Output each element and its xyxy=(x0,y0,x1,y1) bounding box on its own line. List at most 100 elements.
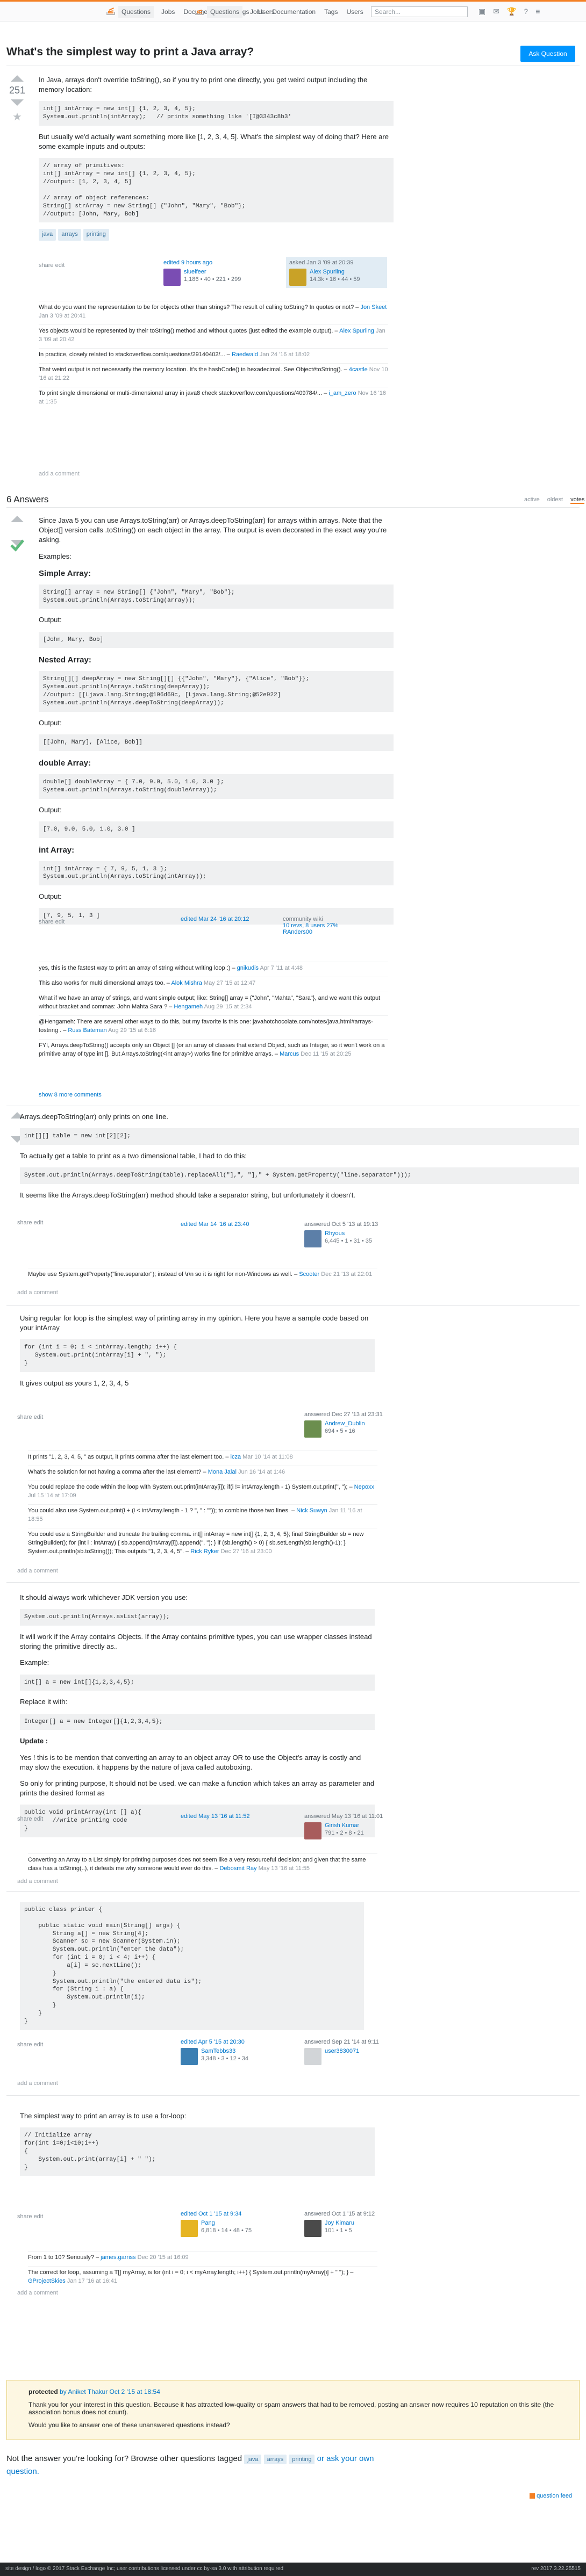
inbox-icon[interactable]: ✉ xyxy=(493,7,499,16)
comment-author[interactable]: james.garriss xyxy=(101,2254,135,2261)
comment-date[interactable]: Apr 7 '11 at 4:48 xyxy=(260,965,303,971)
comment-author[interactable]: Scooter xyxy=(299,1271,319,1278)
editor-name[interactable]: sluelfeer xyxy=(184,269,206,275)
comment-author[interactable]: Alok Mishra xyxy=(171,980,202,986)
question-share-edit[interactable]: share edit xyxy=(39,262,65,269)
answer-6-share-edit[interactable]: share edit xyxy=(17,2213,43,2220)
comment-author[interactable]: Debosmit Ray xyxy=(219,1865,256,1872)
show-more-comments-link[interactable]: show 8 more comments xyxy=(39,1092,102,1098)
answer-2-share-edit[interactable]: share edit xyxy=(17,1220,43,1226)
nav2-questions[interactable]: Questions xyxy=(207,6,243,18)
wiki-revs[interactable]: 10 revs, 8 users 27% xyxy=(283,922,377,929)
user-name[interactable]: Rhyous xyxy=(325,1230,345,1237)
comment-author[interactable]: Alex Spurling xyxy=(339,328,374,334)
nav2-tags[interactable]: Tags xyxy=(323,6,339,18)
edited-time[interactable]: edited 9 hours ago xyxy=(163,259,258,266)
user-name[interactable]: user3830071 xyxy=(325,2048,359,2054)
search-input[interactable]: Search... xyxy=(371,6,468,17)
comment-date[interactable]: Dec 21 '13 at 22:01 xyxy=(321,1271,372,1278)
comment-date[interactable]: Aug 29 '15 at 6:16 xyxy=(108,1027,156,1034)
tag-printing[interactable]: printing xyxy=(289,2455,315,2464)
downvote-icon[interactable] xyxy=(11,99,24,106)
comment-date[interactable]: Aug 29 '15 at 2:34 xyxy=(204,1004,252,1010)
comment-author[interactable]: Nick Suwyn xyxy=(296,1507,327,1514)
comment-date[interactable]: Dec 20 '15 at 16:09 xyxy=(138,2254,189,2261)
avatar[interactable] xyxy=(304,1822,321,1839)
edited-time[interactable]: edited May 13 '16 at 11:52 xyxy=(181,1813,275,1820)
add-comment-link[interactable]: add a comment xyxy=(17,2080,58,2087)
comment-date[interactable]: Jan 17 '16 at 16:41 xyxy=(67,2278,117,2284)
comment-date[interactable]: Jan 3 '09 at 20:41 xyxy=(39,313,85,319)
tag-printing[interactable]: printing xyxy=(83,229,109,241)
log-in-icon[interactable]: ▣ xyxy=(478,7,485,16)
ask-question-button[interactable]: Ask Question xyxy=(520,46,575,62)
avatar[interactable] xyxy=(304,1230,321,1247)
tab-oldest[interactable]: oldest xyxy=(547,496,563,504)
answer-3-share-edit[interactable]: share edit xyxy=(17,1414,43,1420)
edited-time[interactable]: edited Mar 24 '16 at 20:12 xyxy=(181,916,275,922)
user-name[interactable]: Girish Kumar xyxy=(325,1822,359,1829)
nav-jobs[interactable]: Jobs xyxy=(160,6,176,18)
edited-time[interactable]: edited Apr 5 '15 at 20:30 xyxy=(181,2039,275,2045)
comment-author[interactable]: Mona Jalal xyxy=(208,1469,237,1475)
comment-date[interactable]: Jun 16 '14 at 1:46 xyxy=(238,1469,285,1475)
user-name[interactable]: Joy Kimaru xyxy=(325,2220,354,2226)
comment-author[interactable]: 4castle xyxy=(349,366,368,373)
editor-name[interactable]: Pang xyxy=(201,2220,215,2226)
tag-arrays[interactable]: arrays xyxy=(58,229,81,241)
upvote-icon[interactable] xyxy=(11,516,24,522)
avatar[interactable] xyxy=(304,1420,321,1438)
comment-date[interactable]: Dec 27 '16 at 23:00 xyxy=(221,1548,272,1555)
tab-votes[interactable]: votes xyxy=(570,496,585,504)
question-title[interactable]: What's the simplest way to print a Java … xyxy=(6,46,580,59)
avatar[interactable] xyxy=(304,2220,321,2237)
comment-author[interactable]: Raedwald xyxy=(232,351,258,358)
comment-date[interactable]: Jan 24 '16 at 18:02 xyxy=(260,351,310,358)
avatar[interactable] xyxy=(181,2220,198,2237)
answer-1-share-edit[interactable]: share edit xyxy=(39,919,65,925)
comment-author[interactable]: Nepoxx xyxy=(354,1484,374,1490)
wiki-user[interactable]: RAnders00 xyxy=(283,929,377,935)
stackoverflow-logo-icon-secondary[interactable] xyxy=(194,6,205,18)
comment-date[interactable]: May 13 '16 at 11:55 xyxy=(259,1865,310,1872)
comment-author[interactable]: Russ Bateman xyxy=(68,1027,106,1034)
add-comment-link[interactable]: add a comment xyxy=(17,1568,58,1574)
protected-by[interactable]: by Aniket Thakur Oct 2 '15 at 18:54 xyxy=(60,2388,160,2395)
comment-date[interactable]: May 27 '15 at 12:47 xyxy=(204,980,255,986)
upvote-icon[interactable] xyxy=(11,75,24,82)
comment-author[interactable]: Jon Skeet xyxy=(360,304,387,311)
comment-author[interactable]: icza xyxy=(231,1454,241,1460)
avatar[interactable] xyxy=(289,269,306,286)
tag-java[interactable]: java xyxy=(244,2455,262,2464)
owner-name[interactable]: Alex Spurling xyxy=(310,269,345,275)
comment-date[interactable]: Mar 10 '14 at 11:08 xyxy=(242,1454,293,1460)
nav-questions[interactable]: Questions xyxy=(118,6,154,18)
nav2-users[interactable]: Users xyxy=(345,6,364,18)
avatar[interactable] xyxy=(163,269,181,286)
avatar[interactable] xyxy=(181,2048,198,2065)
answer-4-share-edit[interactable]: share edit xyxy=(17,1816,43,1822)
tab-active[interactable]: active xyxy=(524,496,540,504)
user-name[interactable]: Andrew_Dublin xyxy=(325,1420,365,1427)
favorite-star-icon[interactable]: ★ xyxy=(6,110,28,124)
comment-author[interactable]: i_am_zero xyxy=(328,390,356,396)
nav2-jobs[interactable]: Jobs xyxy=(249,6,265,18)
editor-name[interactable]: SamTebbs33 xyxy=(201,2048,235,2054)
add-comment-link[interactable]: add a comment xyxy=(17,1289,58,1296)
edited-time[interactable]: edited Oct 1 '15 at 9:34 xyxy=(181,2211,275,2217)
comment-date[interactable]: Jul 15 '14 at 17:09 xyxy=(28,1492,76,1499)
question-feed-link[interactable]: question feed xyxy=(530,2493,572,2499)
comment-author[interactable]: Marcus xyxy=(280,1051,299,1057)
comment-author[interactable]: Hengameh xyxy=(174,1004,203,1010)
comment-date[interactable]: Dec 11 '15 at 20:25 xyxy=(301,1051,351,1057)
comment-author[interactable]: GProjectSkies xyxy=(28,2278,66,2284)
edited-time[interactable]: edited Mar 14 '16 at 23:40 xyxy=(181,1221,275,1228)
achievements-icon[interactable]: 🏆 xyxy=(507,7,516,16)
add-comment-link[interactable]: add a comment xyxy=(39,471,80,477)
site-switcher-icon[interactable]: ≡ xyxy=(535,7,540,16)
comment-author[interactable]: gnikudis xyxy=(237,965,259,971)
tag-arrays[interactable]: arrays xyxy=(263,2455,287,2464)
avatar[interactable] xyxy=(304,2048,321,2065)
add-comment-link[interactable]: add a comment xyxy=(17,1878,58,1885)
add-comment-link[interactable]: add a comment xyxy=(17,2290,58,2296)
